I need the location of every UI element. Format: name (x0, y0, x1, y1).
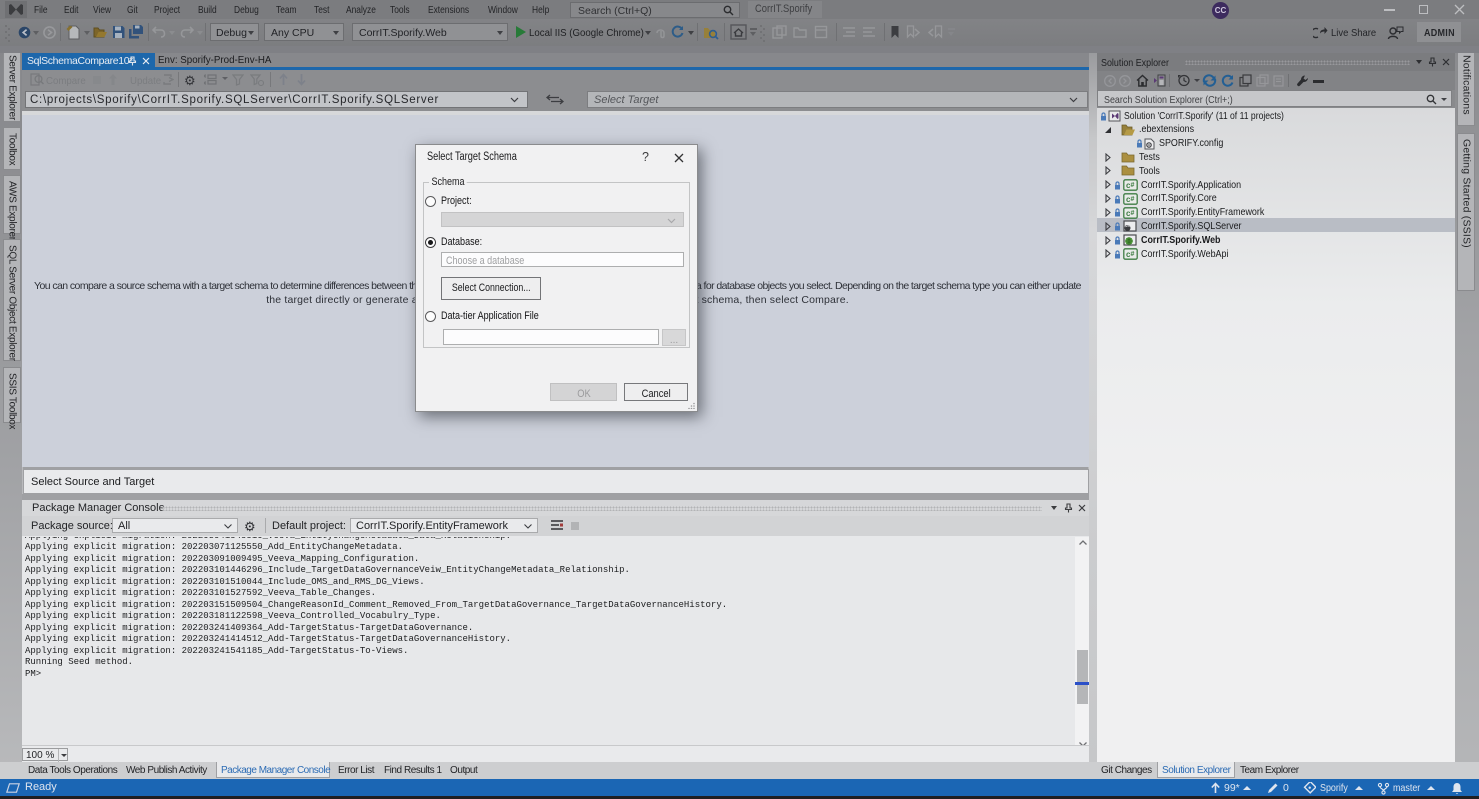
svg-text:#: # (1131, 196, 1135, 203)
svg-text:#: # (1131, 182, 1135, 189)
svg-text:#: # (1131, 210, 1135, 217)
svg-text:#: # (1131, 251, 1135, 258)
